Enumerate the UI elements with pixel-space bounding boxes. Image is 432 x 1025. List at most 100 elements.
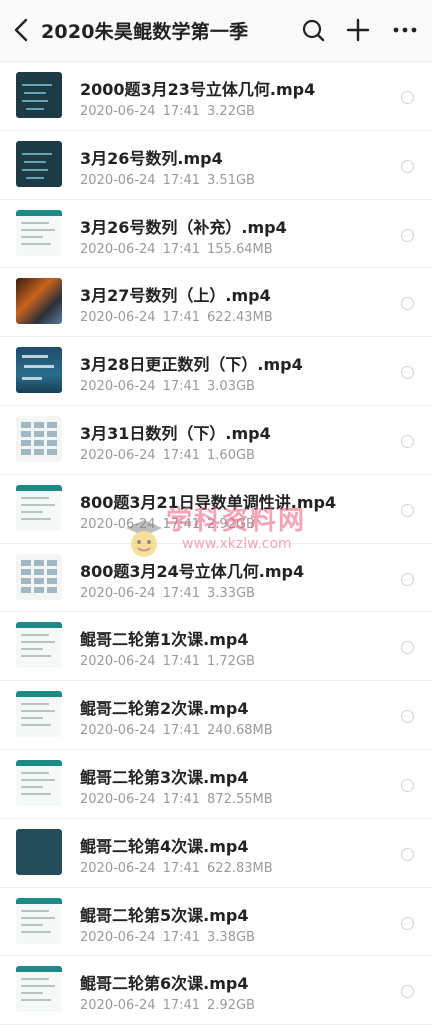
- select-radio-icon[interactable]: [401, 366, 414, 380]
- file-name: 鲲哥二轮第3次课.mp4: [80, 767, 249, 787]
- plus-icon[interactable]: [344, 16, 372, 44]
- select-radio-icon[interactable]: [401, 503, 414, 517]
- file-row[interactable]: 3月31日数列（下）.mp4 2020-06-24 17:41 1.60GB: [0, 406, 432, 475]
- file-date: 2020-06-24: [80, 104, 156, 119]
- file-row[interactable]: 鲲哥二轮第6次课.mp4 2020-06-24 17:41 2.92GB: [0, 956, 432, 1025]
- file-date: 2020-06-24: [80, 723, 156, 739]
- video-thumbnail: [16, 278, 62, 325]
- file-date: 2020-06-24: [80, 929, 156, 945]
- video-thumbnail: [16, 553, 62, 600]
- file-size: 240.68MB: [207, 723, 273, 739]
- file-meta: 2020-06-24 17:41 1.60GB: [80, 448, 262, 463]
- select-radio-icon[interactable]: [401, 434, 414, 448]
- file-date: 2020-06-24: [80, 791, 156, 807]
- select-radio-icon[interactable]: [401, 916, 414, 930]
- file-size: 3.22GB: [207, 104, 255, 119]
- file-date: 2020-06-24: [80, 585, 156, 601]
- video-thumbnail: [16, 966, 62, 1013]
- file-meta: 2020-06-24 17:41 3.51GB: [80, 173, 262, 188]
- file-row[interactable]: 3月28日更正数列（下）.mp4 2020-06-24 17:41 3.03GB: [0, 337, 432, 406]
- more-dots-icon[interactable]: [391, 16, 419, 44]
- file-time: 17:41: [162, 310, 201, 326]
- select-radio-icon[interactable]: [401, 778, 414, 792]
- select-radio-icon[interactable]: [401, 228, 414, 242]
- select-radio-icon[interactable]: [401, 297, 414, 311]
- video-thumbnail: [16, 828, 62, 875]
- file-meta: 2020-06-24 17:41 1.72GB: [80, 654, 262, 669]
- file-date: 2020-06-24: [80, 310, 156, 326]
- file-row[interactable]: 3月26号数列（补充）.mp4 2020-06-24 17:41 155.64MB: [0, 200, 432, 269]
- file-time: 17:41: [162, 172, 201, 188]
- file-row[interactable]: 鲲哥二轮第3次课.mp4 2020-06-24 17:41 872.55MB: [0, 750, 432, 819]
- select-radio-icon[interactable]: [401, 641, 414, 655]
- file-row[interactable]: 3月26号数列.mp4 2020-06-24 17:41 3.51GB: [0, 131, 432, 200]
- file-size: 872.55MB: [207, 791, 273, 807]
- select-radio-icon[interactable]: [401, 159, 414, 173]
- file-date: 2020-06-24: [80, 241, 156, 257]
- file-row[interactable]: 鲲哥二轮第4次课.mp4 2020-06-24 17:41 622.83MB: [0, 819, 432, 888]
- file-row[interactable]: 800题3月21日导数单调性讲.mp4 2020-06-24 17:41 2.92GB: [0, 475, 432, 544]
- file-row[interactable]: 鲲哥二轮第5次课.mp4 2020-06-24 17:41 3.38GB: [0, 888, 432, 957]
- file-row[interactable]: 2000题3月23号立体几何.mp4 2020-06-24 17:41 3.22GB: [0, 62, 432, 131]
- select-radio-icon[interactable]: [401, 985, 414, 999]
- top-app-bar: 2020朱昊鲲数学第一季: [0, 0, 432, 62]
- file-name: 800题3月21日导数单调性讲.mp4: [80, 492, 337, 512]
- file-meta: 2020-06-24 17:41 872.55MB: [80, 792, 280, 807]
- file-date: 2020-06-24: [80, 998, 156, 1014]
- file-row[interactable]: 鲲哥二轮第1次课.mp4 2020-06-24 17:41 1.72GB: [0, 612, 432, 682]
- file-size: 3.03GB: [207, 379, 255, 395]
- select-radio-icon[interactable]: [401, 847, 414, 861]
- video-thumbnail: [16, 140, 62, 187]
- select-radio-icon[interactable]: [401, 91, 414, 104]
- select-radio-icon[interactable]: [401, 710, 414, 724]
- file-name: 2000题3月23号立体几何.mp4: [80, 80, 316, 99]
- file-row[interactable]: 3月27号数列（上）.mp4 2020-06-24 17:41 622.43MB: [0, 268, 432, 338]
- file-time: 17:41: [162, 241, 201, 257]
- file-name: 鲲哥二轮第2次课.mp4: [80, 699, 249, 719]
- file-name: 3月26号数列.mp4: [80, 148, 223, 168]
- file-time: 17:41: [162, 860, 201, 876]
- file-time: 17:41: [162, 585, 201, 601]
- file-name: 3月28日更正数列（下）.mp4: [80, 355, 303, 375]
- file-name: 鲲哥二轮第5次课.mp4: [80, 905, 249, 925]
- file-size: 622.83MB: [207, 860, 273, 876]
- file-meta: 2020-06-24 17:41 622.43MB: [80, 310, 280, 325]
- video-thumbnail: [16, 347, 62, 394]
- file-date: 2020-06-24: [80, 654, 156, 670]
- file-size: 2.92GB: [207, 516, 255, 532]
- file-name: 3月27号数列（上）.mp4: [80, 286, 271, 306]
- file-time: 17:41: [162, 447, 201, 463]
- file-size: 1.60GB: [207, 447, 255, 463]
- select-radio-icon[interactable]: [401, 572, 414, 586]
- file-date: 2020-06-24: [80, 516, 156, 532]
- file-name: 鲲哥二轮第6次课.mp4: [80, 974, 249, 994]
- file-meta: 2020-06-24 17:41 3.03GB: [80, 379, 262, 394]
- file-name: 鲲哥二轮第1次课.mp4: [80, 630, 249, 650]
- file-size: 2.92GB: [207, 998, 255, 1014]
- file-size: 1.72GB: [207, 654, 255, 670]
- search-icon[interactable]: [299, 16, 327, 44]
- file-time: 17:41: [162, 998, 201, 1014]
- video-thumbnail: [16, 484, 62, 531]
- file-name: 鲲哥二轮第4次课.mp4: [80, 836, 249, 856]
- file-list: 2000题3月23号立体几何.mp4 2020-06-24 17:41 3.22GB 3…: [0, 62, 432, 1025]
- file-date: 2020-06-24: [80, 379, 156, 395]
- video-thumbnail: [16, 759, 62, 806]
- file-size: 3.33GB: [207, 585, 255, 601]
- file-name: 800题3月24号立体几何.mp4: [80, 561, 305, 581]
- file-meta: 2020-06-24 17:41 3.22GB: [80, 104, 262, 119]
- file-row[interactable]: 800题3月24号立体几何.mp4 2020-06-24 17:41 3.33GB: [0, 544, 432, 613]
- file-time: 17:41: [162, 104, 201, 119]
- video-thumbnail: [16, 691, 62, 738]
- file-name: 3月31日数列（下）.mp4: [80, 423, 271, 443]
- file-meta: 2020-06-24 17:41 155.64MB: [80, 242, 280, 257]
- back-arrow-icon[interactable]: [10, 17, 34, 43]
- file-meta: 2020-06-24 17:41 240.68MB: [80, 723, 280, 738]
- file-row[interactable]: 鲲哥二轮第2次课.mp4 2020-06-24 17:41 240.68MB: [0, 681, 432, 750]
- file-time: 17:41: [162, 723, 201, 739]
- file-meta: 2020-06-24 17:41 3.33GB: [80, 586, 262, 601]
- file-size: 3.51GB: [207, 172, 255, 188]
- file-date: 2020-06-24: [80, 172, 156, 188]
- page-title: 2020朱昊鲲数学第一季: [41, 21, 249, 43]
- file-date: 2020-06-24: [80, 860, 156, 876]
